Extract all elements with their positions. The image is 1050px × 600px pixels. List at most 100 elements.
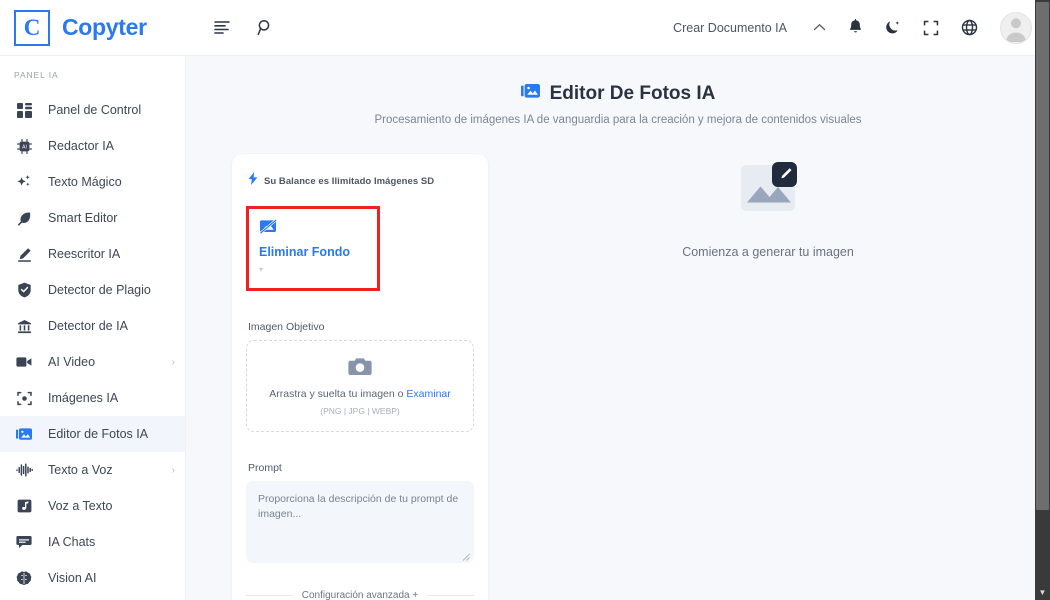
camera-icon [348, 357, 372, 382]
page-title: Editor De Fotos IA [549, 82, 716, 104]
brand-logo[interactable]: C Copyter [0, 9, 186, 46]
browse-link[interactable]: Examinar [406, 388, 450, 400]
body-row: PANEL IA Panel de Control AI Redactor IA… [0, 56, 1050, 600]
sidebar-item-redactor-ia[interactable]: AI Redactor IA [0, 128, 185, 164]
balance-row: Su Balance es Ilimitado Imágenes SD [246, 168, 474, 202]
sidebar-item-label: Detector de Plagio [48, 283, 151, 297]
sidebar-item-label: Reescritor IA [48, 247, 121, 261]
scrollbar-thumb[interactable] [1036, 2, 1049, 510]
sparkles-icon [14, 174, 34, 190]
photo-edit-placeholder-icon [739, 162, 797, 223]
sidebar-item-label: Detector de IA [48, 319, 128, 333]
divider-left [246, 595, 293, 596]
sidebar-item-label: Voz a Texto [48, 499, 113, 513]
sidebar-item-label: Panel de Control [48, 103, 142, 117]
sidebar-item-label: Editor de Fotos IA [48, 427, 149, 441]
globe-icon[interactable] [961, 19, 978, 36]
page-title-row: Editor De Fotos IA [186, 82, 1050, 105]
remove-background-icon [259, 218, 367, 240]
image-dropzone[interactable]: Arrastra y suelta tu imagen o Examinar (… [246, 340, 474, 432]
create-document-button[interactable]: Crear Documento IA [673, 21, 787, 35]
sidebar-item-detector-de-plagio[interactable]: Detector de Plagio [0, 272, 185, 308]
content-columns: Su Balance es Ilimitado Imágenes SD Elim… [186, 154, 1050, 600]
dropzone-formats: (PNG | JPG | WEBP) [320, 405, 400, 416]
lightning-bolt-icon [248, 172, 258, 190]
brain-icon [14, 571, 34, 586]
editor-form-card: Su Balance es Ilimitado Imágenes SD Elim… [232, 154, 488, 600]
divider-right [427, 595, 475, 596]
scroll-down-arrow[interactable]: ▼ [1035, 586, 1050, 600]
ai-chip-icon: AI [14, 138, 34, 154]
balance-text: Su Balance es Ilimitado Imágenes SD [264, 175, 435, 187]
dashboard-icon [14, 102, 34, 118]
sidebar-item-ai-video[interactable]: AI Video › [0, 344, 185, 380]
preview-placeholder-text: Comienza a generar tu imagen [682, 245, 854, 259]
chevron-up-icon[interactable] [813, 21, 826, 35]
bell-icon[interactable] [848, 19, 863, 36]
sidebar-item-ia-chats[interactable]: IA Chats [0, 524, 185, 560]
advanced-settings-label[interactable]: Configuración avanzada + [302, 590, 418, 600]
sidebar-item-smart-editor[interactable]: Smart Editor [0, 200, 185, 236]
moon-icon[interactable] [885, 19, 901, 36]
sidebar-item-texto-a-voz[interactable]: Texto a Voz › [0, 452, 185, 488]
avatar[interactable] [1000, 11, 1032, 44]
sidebar-item-reescritor-ia[interactable]: Reescritor IA [0, 236, 185, 272]
shield-check-icon [14, 282, 34, 298]
bank-scan-icon [14, 319, 34, 334]
sidebar-item-imagenes-ia[interactable]: Imágenes IA [0, 380, 185, 416]
sidebar-item-vision-ai[interactable]: Vision AI [0, 560, 185, 596]
svg-text:AI: AI [22, 144, 27, 150]
sidebar-item-label: Smart Editor [48, 211, 118, 225]
brand-name: Copyter [62, 14, 147, 40]
chat-bubble-icon [14, 535, 34, 549]
sidebar-item-label: Redactor IA [48, 139, 115, 153]
header-right-group: Crear Documento IA [673, 11, 1032, 44]
sidebar-item-panel-de-control[interactable]: Panel de Control [0, 92, 185, 128]
photo-edit-icon [520, 82, 541, 105]
chevron-down-icon[interactable]: ▾ [259, 265, 367, 274]
sidebar-item-editor-de-fotos-ia[interactable]: Editor de Fotos IA [0, 416, 185, 452]
page-subtitle: Procesamiento de imágenes IA de vanguard… [374, 114, 862, 126]
mode-selector-wrapper: Eliminar Fondo ▾ [246, 202, 474, 291]
waveform-icon [14, 463, 34, 477]
mode-label: Eliminar Fondo [259, 245, 350, 259]
feather-pen-icon [14, 211, 34, 226]
app-root: C Copyter Crear Documento IA PANEL IA Pa… [0, 0, 1050, 600]
sidebar-item-detector-de-ia[interactable]: Detector de IA [0, 308, 185, 344]
fullscreen-icon[interactable] [923, 20, 939, 36]
preview-column: Comienza a generar tu imagen [510, 154, 1026, 600]
dropzone-text-before: Arrastra y suelta tu imagen o [269, 387, 407, 400]
sidebar-item-label: IA Chats [48, 535, 96, 549]
mode-selector[interactable]: Eliminar Fondo ▾ [246, 206, 380, 291]
advanced-settings-row[interactable]: Configuración avanzada + [246, 590, 475, 600]
video-camera-icon [14, 356, 34, 368]
main-content: Editor De Fotos IA Procesamiento de imág… [186, 56, 1050, 600]
search-icon[interactable] [257, 19, 274, 36]
sidebar-item-label: Imágenes IA [48, 391, 119, 405]
sidebar-item-texto-magico[interactable]: Texto Mágico [0, 164, 185, 200]
menu-lines-icon[interactable] [214, 20, 231, 35]
left-column: Su Balance es Ilimitado Imágenes SD Elim… [210, 154, 510, 600]
sidebar-item-label: Texto a Voz [48, 463, 113, 477]
sidebar-item-voz-a-texto[interactable]: Voz a Texto [0, 488, 185, 524]
pencil-icon [14, 247, 34, 262]
sidebar-item-label: AI Video [48, 355, 96, 369]
logo-mark: C [14, 9, 50, 46]
top-header: C Copyter Crear Documento IA [0, 0, 1050, 56]
sidebar-section-label: PANEL IA [14, 70, 59, 80]
photo-edit-icon [14, 427, 34, 442]
music-note-icon [14, 499, 34, 513]
prompt-input[interactable] [246, 481, 474, 563]
sidebar-item-label: Vision AI [48, 571, 97, 585]
page-scrollbar[interactable]: ▲ ▼ [1035, 0, 1050, 600]
sidebar: PANEL IA Panel de Control AI Redactor IA… [0, 56, 186, 600]
chevron-right-icon: › [171, 356, 175, 368]
target-image-label: Imagen Objetivo [248, 321, 325, 333]
prompt-label: Prompt [248, 462, 282, 474]
image-frame-icon [14, 391, 34, 406]
chevron-right-icon: › [171, 464, 175, 476]
prompt-wrapper [246, 481, 474, 568]
sidebar-item-label: Texto Mágico [48, 175, 122, 189]
dropzone-text: Arrastra y suelta tu imagen o Examinar [269, 388, 451, 400]
logo-letter: C [23, 15, 41, 40]
